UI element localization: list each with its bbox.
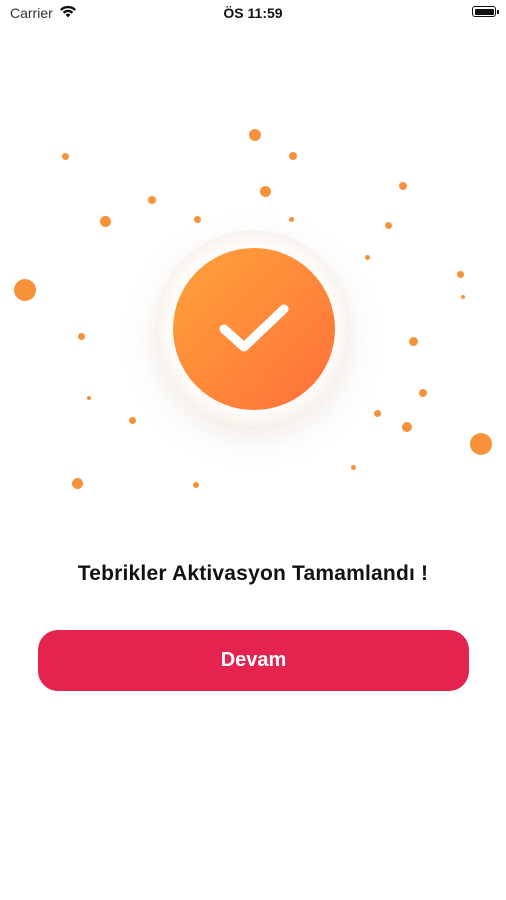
activation-success-screen: Carrier ÖS 11:59 Tebrikler Aktivasyon Ta… [0, 0, 506, 900]
confetti-dot [193, 482, 199, 488]
status-bar: Carrier ÖS 11:59 [0, 0, 506, 26]
confetti-dot [402, 422, 412, 432]
confetti-dot [14, 279, 36, 301]
confetti-dot [419, 389, 427, 397]
success-badge [173, 248, 335, 410]
confetti-dot [385, 222, 392, 229]
confetti-dot [62, 153, 69, 160]
status-time: ÖS 11:59 [223, 5, 283, 21]
confetti-dot [194, 216, 201, 223]
confetti-dot [470, 433, 492, 455]
confetti-dot [87, 396, 91, 400]
status-right [472, 6, 499, 17]
checkmark-icon [214, 297, 294, 362]
confetti-dot [461, 295, 465, 299]
continue-button[interactable]: Devam [38, 630, 469, 691]
confetti-dot [374, 410, 381, 417]
battery-icon [472, 6, 499, 17]
confetti-dot [351, 465, 356, 470]
success-illustration [0, 110, 506, 510]
confetti-dot [72, 478, 83, 489]
confetti-dot [289, 152, 297, 160]
confetti-dot [409, 337, 418, 346]
success-message: Tebrikler Aktivasyon Tamamlandı ! [77, 562, 429, 585]
confetti-dot [289, 217, 294, 222]
confetti-dot [457, 271, 464, 278]
confetti-dot [78, 333, 85, 340]
confetti-dot [100, 216, 111, 227]
confetti-dot [129, 417, 136, 424]
confetti-dot [148, 196, 156, 204]
confetti-dot [365, 255, 370, 260]
confetti-dot [260, 186, 271, 197]
confetti-dot [399, 182, 407, 190]
confetti-dot [249, 129, 261, 141]
